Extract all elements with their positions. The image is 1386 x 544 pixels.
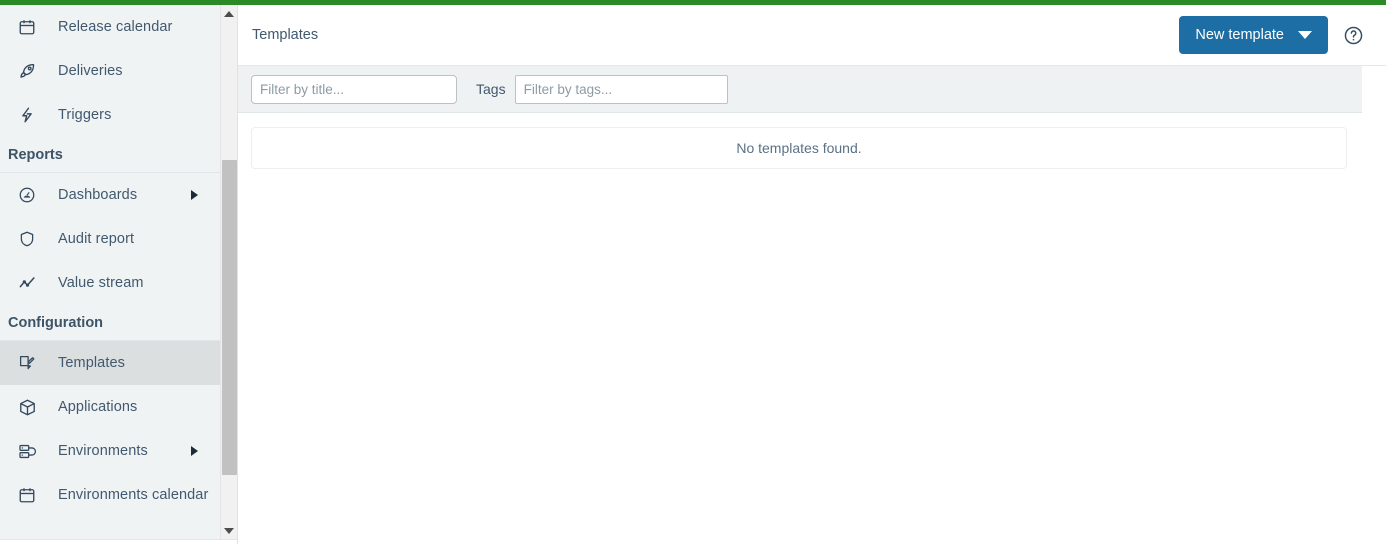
scrollbar-up-arrow[interactable]	[221, 5, 237, 22]
shield-icon	[14, 227, 40, 251]
sidebar-item-environments-calendar[interactable]: Environments calendar	[0, 473, 220, 517]
lightning-bolt-icon	[14, 103, 40, 127]
filter-tags-input[interactable]	[514, 74, 728, 104]
results-area: No templates found.	[238, 113, 1386, 169]
sidebar-item-audit-report[interactable]: Audit report	[0, 217, 220, 261]
sidebar: Release calendar Deliveries Triggers Rep…	[0, 5, 238, 544]
sidebar-item-label: Templates	[58, 355, 125, 371]
sidebar-item-deliveries[interactable]: Deliveries	[0, 49, 220, 93]
sidebar-section-label: Reports	[8, 146, 63, 163]
chevron-right-icon	[191, 190, 198, 200]
main-content: Templates New template Tags	[238, 5, 1386, 544]
sidebar-section-configuration: Configuration	[0, 305, 220, 341]
sidebar-section-label: Configuration	[8, 314, 104, 331]
help-circle-icon[interactable]	[1342, 24, 1364, 46]
sidebar-item-label: Release calendar	[58, 19, 173, 35]
sidebar-item-value-stream[interactable]: Value stream	[0, 261, 220, 305]
sidebar-item-label: Applications	[58, 399, 138, 415]
empty-state-panel: No templates found.	[251, 127, 1347, 169]
sidebar-item-release-calendar[interactable]: Release calendar	[0, 5, 220, 49]
chevron-down-icon	[1298, 31, 1312, 39]
scrollbar-thumb[interactable]	[222, 160, 237, 475]
sidebar-item-applications[interactable]: Applications	[0, 385, 220, 429]
trend-line-icon	[14, 271, 40, 295]
sidebar-scrollbar[interactable]	[220, 5, 237, 539]
sidebar-item-label: Audit report	[58, 231, 135, 247]
sidebar-item-triggers[interactable]: Triggers	[0, 93, 220, 137]
filter-title-input[interactable]	[251, 74, 457, 104]
sidebar-item-label: Value stream	[58, 275, 144, 291]
chevron-right-icon	[191, 446, 198, 456]
calendar-icon	[14, 483, 40, 507]
app-shell: Release calendar Deliveries Triggers Rep…	[0, 5, 1386, 544]
sidebar-item-label: Triggers	[58, 107, 112, 123]
rocket-icon	[14, 59, 40, 83]
new-template-button[interactable]: New template	[1179, 16, 1328, 54]
cube-icon	[14, 395, 40, 419]
page-header: Templates New template	[238, 5, 1386, 66]
top-accent-bar	[0, 0, 1386, 5]
tags-filter-label: Tags	[476, 81, 506, 97]
sidebar-item-templates[interactable]: Templates	[0, 341, 220, 385]
sidebar-item-dashboards[interactable]: Dashboards	[0, 173, 220, 217]
scrollbar-down-arrow[interactable]	[221, 522, 237, 539]
filter-bar: Tags	[238, 66, 1362, 113]
new-template-label: New template	[1195, 27, 1284, 43]
sidebar-item-label: Environments calendar	[58, 487, 209, 503]
calendar-icon	[14, 15, 40, 39]
sidebar-item-label: Deliveries	[58, 63, 123, 79]
empty-state-message: No templates found.	[736, 140, 862, 156]
sidebar-nav-list: Release calendar Deliveries Triggers Rep…	[0, 5, 220, 517]
sidebar-scroll-area: Release calendar Deliveries Triggers Rep…	[0, 5, 220, 539]
sidebar-item-label: Environments	[58, 443, 148, 459]
template-pen-icon	[14, 351, 40, 375]
sidebar-bottom-strip	[0, 539, 237, 544]
sidebar-item-environments[interactable]: Environments	[0, 429, 220, 473]
header-actions: New template	[1179, 16, 1364, 54]
sidebar-item-label: Dashboards	[58, 187, 138, 203]
server-stack-icon	[14, 439, 40, 463]
gauge-icon	[14, 183, 40, 207]
page-title: Templates	[252, 27, 319, 43]
sidebar-section-reports: Reports	[0, 137, 220, 173]
